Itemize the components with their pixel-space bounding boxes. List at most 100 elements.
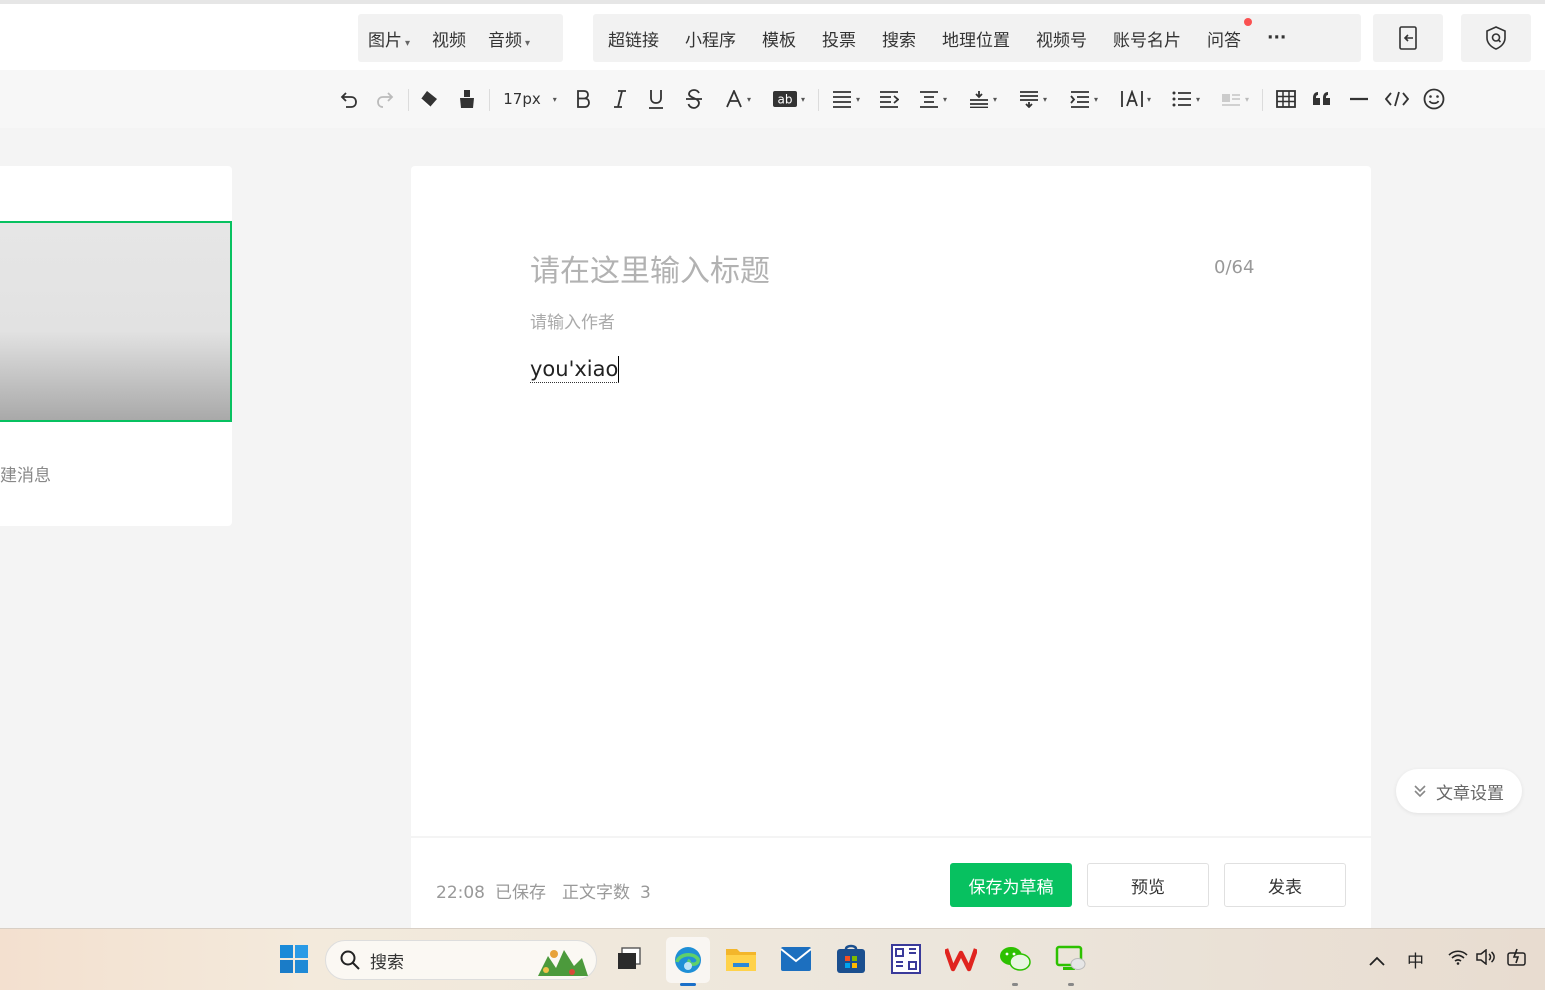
line-height-button[interactable]: ▾ (1066, 86, 1102, 112)
insert-hyperlink-button[interactable]: 超链接 (595, 26, 672, 51)
format-toolbar: 17px ▾ ▾ ab ▾ ▾ ▾ ▾ ▾ ▾ ▾ ▾ ▾ (0, 70, 1545, 128)
author-input[interactable]: 请输入作者 (530, 308, 615, 333)
insert-qa-button[interactable]: 问答 (1194, 17, 1254, 51)
highlight-color-button[interactable]: ab ▾ (770, 86, 808, 112)
editor-footer: 22:08 已保存 正文字数 3 保存为草稿 预览 发表 (411, 838, 1371, 928)
title-char-count: 0/64 (1214, 257, 1255, 278)
volume-icon[interactable] (1476, 948, 1496, 970)
code-button[interactable] (1384, 86, 1410, 112)
battery-power-icon[interactable] (1507, 948, 1527, 971)
wechat-icon (1000, 947, 1031, 971)
strikethrough-button[interactable] (683, 86, 705, 112)
insert-channels-button[interactable]: 视频号 (1023, 26, 1100, 51)
folder-icon (726, 949, 756, 971)
indent-button[interactable] (877, 86, 901, 112)
spacing-before-button[interactable]: ▾ (965, 86, 1001, 112)
bold-button[interactable] (572, 86, 594, 112)
undo-button[interactable] (337, 86, 361, 112)
wechat-devtool-button[interactable] (1053, 941, 1089, 986)
save-draft-button[interactable]: 保存为草稿 (950, 863, 1072, 907)
clear-format-button[interactable] (416, 86, 442, 112)
article-settings-button[interactable]: 文章设置 (1396, 769, 1522, 813)
bulleted-list-icon (1172, 91, 1191, 107)
originality-button[interactable] (1461, 14, 1531, 62)
taskbar-search[interactable]: 搜索 (325, 940, 597, 980)
code-icon (1385, 91, 1409, 107)
word-count: 3 (640, 883, 651, 903)
undo-icon (340, 92, 357, 108)
archive-app-button[interactable] (888, 941, 924, 977)
font-size-select[interactable]: 17px ▾ (500, 86, 560, 112)
notification-dot (1244, 17, 1252, 26)
windows-taskbar: 搜索 中 (0, 928, 1545, 990)
spacing-after-icon (1019, 91, 1038, 108)
list-button[interactable]: ▾ (1168, 86, 1204, 112)
insert-search-button[interactable]: 搜索 (869, 26, 929, 51)
insert-vote-button[interactable]: 投票 (809, 26, 869, 51)
insert-miniprogram-button[interactable]: 小程序 (672, 26, 749, 51)
more-tools-button[interactable]: ··· (1254, 28, 1299, 48)
article-cover-thumbnail[interactable] (0, 221, 232, 422)
paragraph-spacing-button[interactable]: ▾ (915, 86, 951, 112)
preview-button[interactable]: 预览 (1087, 863, 1209, 907)
font-color-button[interactable]: ▾ (720, 86, 756, 112)
insert-location-button[interactable]: 地理位置 (929, 26, 1023, 51)
chevron-up-icon (1369, 956, 1385, 966)
article-body-editor[interactable]: you'xiao (530, 356, 620, 383)
insert-image-menu[interactable]: 图片 ▾ (358, 26, 420, 51)
quote-button[interactable] (1310, 86, 1334, 112)
search-highlight-icon (538, 950, 588, 976)
format-painter-button[interactable] (454, 86, 480, 112)
spacing-before-icon (969, 91, 988, 108)
underline-button[interactable] (645, 86, 667, 112)
eraser-icon (420, 91, 437, 108)
emoji-button[interactable] (1421, 86, 1447, 112)
show-hidden-icons-button[interactable] (1369, 951, 1385, 971)
import-document-icon (1399, 26, 1417, 50)
edge-browser-icon (675, 947, 701, 973)
toolbar-separator (818, 89, 819, 111)
insert-video-button[interactable]: 视频 (420, 26, 478, 51)
title-input[interactable]: 请在这里输入标题 (530, 246, 770, 290)
insert-account-card-button[interactable]: 账号名片 (1100, 26, 1194, 51)
bold-icon (577, 90, 590, 108)
insert-toolbar: 图片 ▾ 视频 音频 ▾ 超链接 小程序 模板 投票 搜索 地理位置 视频号 账号名… (0, 4, 1545, 70)
start-button[interactable] (276, 941, 312, 977)
italic-button[interactable] (609, 86, 631, 112)
file-explorer-button[interactable] (723, 941, 759, 977)
align-button[interactable]: ▾ (828, 86, 864, 112)
new-message-link[interactable]: 建消息 (0, 461, 51, 486)
quote-icon (1313, 92, 1330, 105)
insert-table-button[interactable] (1274, 86, 1298, 112)
insert-audio-menu[interactable]: 音频 ▾ (478, 26, 540, 51)
float-icon (1221, 94, 1240, 106)
chevron-double-down-icon (1414, 785, 1426, 798)
saved-label: 已保存 (495, 883, 546, 903)
input-method-indicator[interactable]: 中 (1407, 947, 1424, 972)
save-time: 22:08 (436, 883, 485, 903)
wechat-button[interactable] (997, 941, 1033, 986)
task-view-button[interactable] (611, 941, 647, 977)
toolbar-separator (408, 89, 409, 111)
store-icon (837, 944, 865, 973)
svg-text:ab: ab (777, 93, 792, 107)
search-label: 搜索 (370, 952, 404, 973)
font-color-icon (726, 90, 742, 108)
mail-button[interactable] (778, 941, 814, 977)
italic-icon (614, 90, 626, 108)
edge-taskbar-button[interactable] (666, 937, 710, 986)
wps-button[interactable] (943, 941, 979, 977)
publish-button[interactable]: 发表 (1224, 863, 1346, 907)
spacing-after-button[interactable]: ▾ (1015, 86, 1051, 112)
insert-template-button[interactable]: 模板 (749, 26, 809, 51)
divider-button[interactable] (1347, 86, 1371, 112)
store-button[interactable] (833, 941, 869, 977)
import-doc-button[interactable] (1373, 14, 1443, 62)
article-list-panel: 建消息 (0, 166, 232, 526)
wifi-icon[interactable] (1448, 949, 1468, 970)
float-button[interactable]: ▾ (1217, 86, 1253, 112)
letter-spacing-button[interactable]: ▾ (1117, 86, 1155, 112)
editor-area: 请在这里输入标题 0/64 请输入作者 you'xiao (411, 166, 1371, 836)
redo-button[interactable] (373, 86, 397, 112)
word-count-label: 正文字数 (562, 883, 630, 903)
